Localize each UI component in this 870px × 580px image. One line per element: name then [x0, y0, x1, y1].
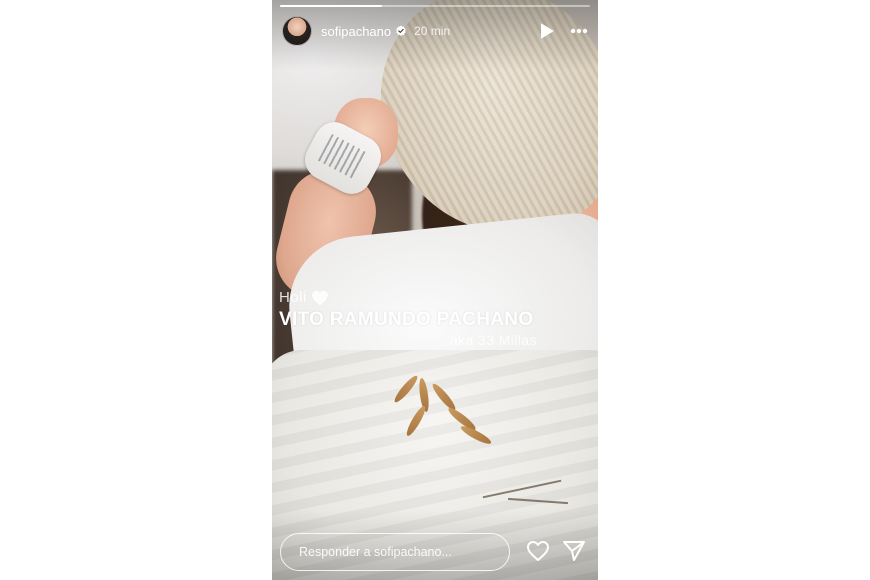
verified-badge-icon — [396, 25, 406, 36]
story-text-holi: Holi — [279, 289, 329, 306]
send-button[interactable] — [562, 540, 586, 562]
username[interactable]: sofipachano — [321, 24, 391, 39]
more-options-icon — [570, 28, 588, 34]
more-options-button[interactable] — [570, 28, 588, 34]
send-icon — [563, 541, 585, 561]
story-viewer[interactable]: Holi VITO RAMUNDO PACHANO aka 33 Millas … — [272, 0, 598, 580]
play-button[interactable] — [540, 23, 554, 39]
white-heart-icon — [312, 290, 328, 305]
story-progress-bar — [280, 5, 590, 7]
story-header: sofipachano 20 min — [282, 16, 588, 46]
story-progress-fill — [280, 5, 383, 7]
play-icon — [541, 23, 554, 39]
story-text-name: VITO RAMUNDO PACHANO — [279, 309, 534, 330]
like-button[interactable] — [526, 540, 550, 562]
heart-icon — [527, 541, 549, 561]
story-text-line1: Holi — [279, 289, 307, 306]
avatar[interactable] — [282, 16, 312, 46]
reply-input[interactable] — [280, 533, 510, 571]
post-time: 20 min — [414, 24, 451, 38]
story-text-aka: aka 33 Millas — [450, 332, 537, 348]
